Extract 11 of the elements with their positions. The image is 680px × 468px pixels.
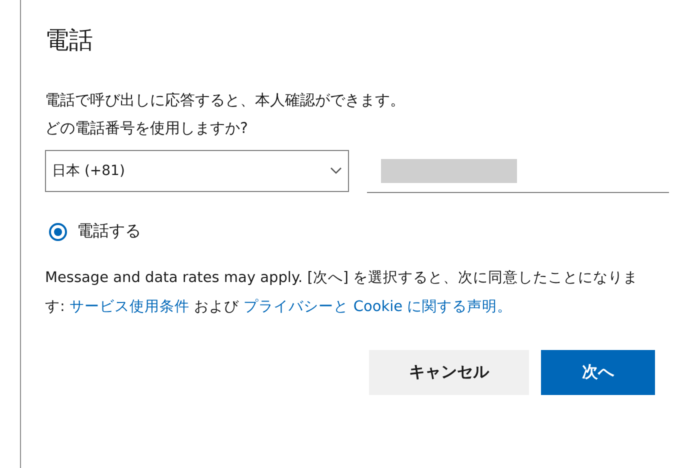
dialog-title: 電話 [45,25,94,56]
question-text: どの電話番号を使用しますか? [45,118,249,139]
description-text: 電話で呼び出しに応答すると、本人確認ができます。 [45,90,406,111]
call-radio[interactable]: 電話する [49,221,669,242]
cancel-button[interactable]: キャンセル [369,350,529,395]
privacy-link[interactable]: プライバシーと Cookie に関する声明。 [244,299,512,315]
chevron-down-icon [330,167,342,175]
terms-link[interactable]: サービス使用条件 [70,299,190,315]
country-select[interactable]: 日本 (+81) [45,150,349,192]
notice-text: Message and data rates may apply. [次へ] を選択すると、次に同意したことになります: サービス使用条件 および プライバシーと Cookie に関する声明。 [45,269,640,317]
next-button[interactable]: 次へ [541,350,655,395]
